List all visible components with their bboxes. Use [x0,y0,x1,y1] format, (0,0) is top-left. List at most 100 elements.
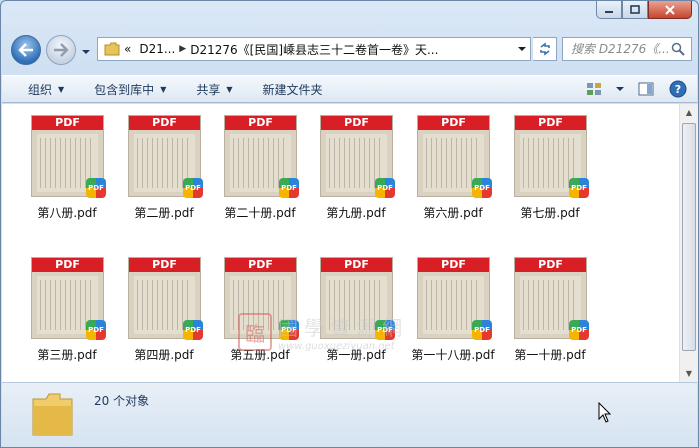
organize-menu[interactable]: 组织 ▼ [2,77,74,101]
minimize-button[interactable] [596,1,622,19]
file-item[interactable]: PDF PDF 第六册.pdf [405,104,501,230]
file-item[interactable]: PDF PDF 第七册.pdf [502,104,598,230]
pdf-badge-label: PDF [185,326,201,334]
pdf-band: PDF [129,116,200,130]
chevron-down-icon: ▼ [58,84,65,94]
include-in-library-menu[interactable]: 包含到库中 ▼ [74,77,176,101]
pdf-band-label: PDF [441,116,466,129]
file-item[interactable]: PDF PDF 第四册.pdf [116,246,212,372]
new-folder-button[interactable]: 新建文件夹 [243,77,333,101]
help-icon: ? [669,80,687,98]
navigation-bar: « D21... ▶ D21276《[民国]嵊县志三十二卷首一卷》天... [9,33,692,67]
pdf-reader-icon: PDF [86,320,106,340]
pdf-band-label: PDF [248,116,273,129]
details-pane: 20 个对象 [2,382,697,447]
caption-buttons [596,1,692,19]
pdf-band: PDF [321,116,392,130]
address-dropdown[interactable] [514,45,530,53]
organize-label: 组织 [28,82,53,97]
scroll-up-button[interactable]: ▲ [680,104,698,121]
file-item[interactable]: PDF PDF 第一十册.pdf [502,246,598,372]
pdf-band-label: PDF [344,116,369,129]
watermark-url: www.guoxueziyuan.net [278,341,395,352]
back-arrow-icon [18,43,33,57]
folder-icon [104,42,120,56]
view-dropdown[interactable] [615,78,625,100]
address-bar[interactable]: « D21... ▶ D21276《[民国]嵊县志三十二卷首一卷》天... [97,37,531,61]
pdf-badge-label: PDF [88,184,104,192]
chevron-down-icon [616,87,624,91]
search-input[interactable] [571,42,671,56]
pdf-band-label: PDF [152,258,177,271]
command-bar: 组织 ▼ 包含到库中 ▼ 共享 ▼ 新建文件夹 ? [2,75,697,103]
pdf-reader-icon: PDF [279,178,299,198]
share-menu[interactable]: 共享 ▼ [176,77,242,101]
close-button[interactable] [648,1,692,19]
forward-arrow-icon [54,43,69,57]
watermark-title: 國學資源網 [278,316,408,340]
search-icon[interactable] [671,42,685,56]
pdf-band: PDF [515,116,586,130]
pdf-reader-icon: PDF [86,178,106,198]
svg-text:?: ? [675,83,681,96]
search-box[interactable] [562,37,692,61]
pdf-band-label: PDF [344,258,369,271]
chevron-down-icon [518,47,526,51]
chevron-down-icon [82,50,90,54]
file-item[interactable]: PDF PDF 第二册.pdf [116,104,212,230]
view-options-button[interactable] [583,78,605,100]
back-button[interactable] [11,35,41,65]
forward-button[interactable] [46,35,76,65]
scroll-thumb[interactable] [682,123,696,351]
pdf-badge-label: PDF [474,326,490,334]
share-label: 共享 [196,82,221,97]
scroll-down-button[interactable]: ▼ [680,365,698,382]
pdf-badge-label: PDF [474,184,490,192]
pdf-reader-icon: PDF [569,178,589,198]
file-item[interactable]: PDF PDF 第九册.pdf [308,104,404,230]
breadcrumb-item-parent[interactable]: D21... [135,42,179,56]
pdf-band: PDF [418,116,489,130]
help-button[interactable]: ? [667,78,689,100]
maximize-button[interactable] [622,1,648,19]
pdf-reader-icon: PDF [472,320,492,340]
recent-pages-dropdown[interactable] [81,45,91,59]
pdf-badge-label: PDF [281,184,297,192]
file-list-pane[interactable]: PDF PDF 第八册.pdf PDF PDF 第二册.pdf PDF PDF 第二十册.pdf… [2,104,679,382]
pdf-reader-icon: PDF [183,178,203,198]
item-count: 20 个对象 [94,394,150,408]
pdf-badge-label: PDF [377,184,393,192]
pdf-band: PDF [225,116,296,130]
breadcrumb-separator-icon[interactable]: ▶ [179,44,186,54]
folder-large-icon [32,393,73,436]
breadcrumb-item-current[interactable]: D21276《[民国]嵊县志三十二卷首一卷》天... [186,41,442,58]
toolbar-right-group: ? [583,78,697,100]
vertical-scrollbar[interactable]: ▲ ▼ [679,104,698,382]
pdf-band: PDF [515,258,586,272]
pdf-band-label: PDF [55,116,80,129]
explorer-window: « D21... ▶ D21276《[民国]嵊县志三十二卷首一卷》天... 组织… [0,0,699,448]
pdf-band-label: PDF [538,258,563,271]
include-in-library-label: 包含到库中 [94,82,155,97]
refresh-button[interactable] [533,37,557,61]
pdf-badge-label: PDF [88,326,104,334]
view-options-icon [587,83,601,95]
pdf-band: PDF [32,258,103,272]
file-item[interactable]: PDF PDF 第八册.pdf [19,104,115,230]
pdf-band: PDF [32,116,103,130]
file-item[interactable]: PDF PDF 第二十册.pdf [212,104,308,230]
minimize-icon [605,10,613,13]
pdf-band-label: PDF [55,258,80,271]
pdf-reader-icon: PDF [183,320,203,340]
pdf-band: PDF [418,258,489,272]
file-item[interactable]: PDF PDF 第三册.pdf [19,246,115,372]
watermark-seal: 臨 [238,313,272,351]
pdf-badge-label: PDF [185,184,201,192]
new-folder-label: 新建文件夹 [262,82,323,97]
breadcrumb-overflow[interactable]: « [120,42,135,56]
preview-pane-button[interactable] [635,78,657,100]
mouse-cursor-icon [598,402,612,423]
file-name: 第七册.pdf [520,206,580,220]
pdf-badge-label: PDF [571,326,587,334]
pdf-band-label: PDF [152,116,177,129]
